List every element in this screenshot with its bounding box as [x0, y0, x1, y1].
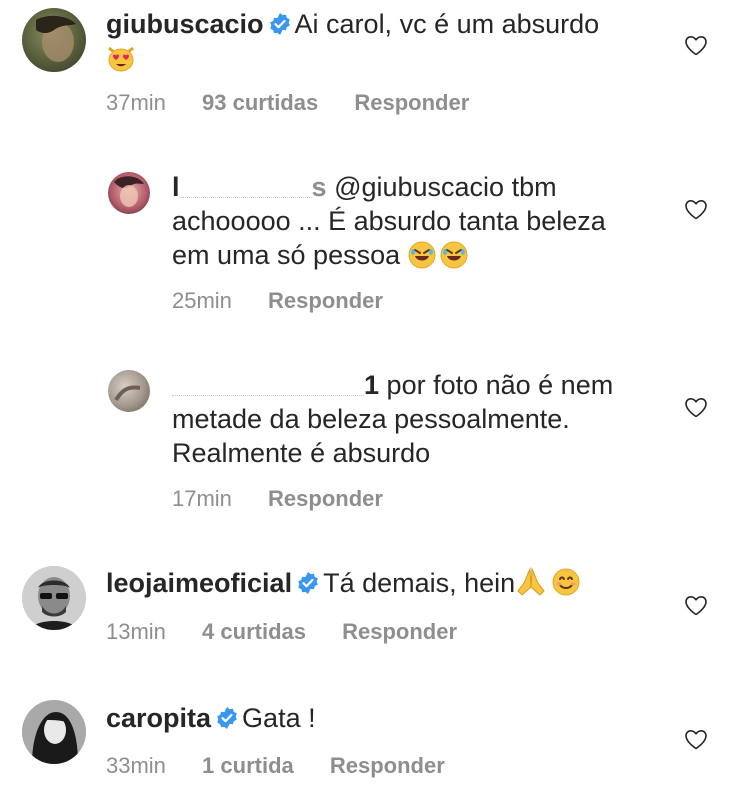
reply-button[interactable]: Responder — [330, 753, 445, 778]
avatar-photo — [36, 15, 76, 62]
comment-message-line2: metade da beleza pessoalmente. — [172, 404, 570, 434]
username-start[interactable]: l — [172, 172, 180, 202]
likes-count[interactable]: 1 curtida — [202, 753, 294, 778]
reply-button[interactable]: Responder — [268, 288, 383, 313]
avatar[interactable] — [22, 8, 86, 72]
comment-message: Tá demais, hein — [323, 568, 516, 598]
username-end[interactable]: 1 — [364, 370, 379, 400]
redacted-username — [179, 173, 312, 199]
comment-time: 13min — [106, 619, 166, 644]
avatar-photo — [22, 700, 86, 764]
reply-button[interactable]: Responder — [342, 619, 457, 644]
comment-message-line3: Realmente é absurdo — [172, 438, 431, 468]
comment-text: caropita Gata ! — [106, 701, 696, 735]
username[interactable]: leojaimeoficial — [106, 568, 292, 598]
username-end[interactable]: s — [312, 172, 327, 202]
smiling-face-emoji — [551, 567, 581, 605]
heart-outline-icon[interactable] — [684, 396, 708, 418]
comment-time: 17min — [172, 486, 232, 511]
folded-hands-emoji — [515, 567, 547, 605]
comment-meta: 13min 4 curtidas Responder — [106, 619, 487, 645]
redacted-username — [172, 371, 364, 397]
comment-text: 1 por foto não é nem metade da beleza pe… — [172, 368, 692, 470]
comment-message: Ai carol, vc é um absurdo — [294, 9, 600, 39]
heart-outline-icon[interactable] — [684, 198, 708, 220]
avatar-photo — [22, 566, 86, 630]
avatar-photo — [114, 176, 144, 207]
mention[interactable]: @giubuscacio — [334, 172, 504, 202]
comment-text: l s @giubuscacio tbm achooooo ... É absur… — [172, 170, 692, 277]
heart-outline-icon[interactable] — [684, 728, 708, 750]
comment-text: giubuscacio Ai carol, vc é um absurdo — [106, 7, 696, 80]
verified-badge-icon — [297, 572, 319, 594]
comment-meta: 33min 1 curtida Responder — [106, 753, 475, 779]
avatar[interactable] — [108, 172, 150, 214]
reply-button[interactable]: Responder — [354, 90, 469, 115]
heart-outline-icon[interactable] — [684, 594, 708, 616]
username[interactable]: caropita — [106, 703, 211, 733]
reply-button[interactable]: Responder — [268, 486, 383, 511]
comment-meta: 37min 93 curtidas Responder — [106, 90, 499, 116]
comment-message-line2: achooooo ... É absurdo tanta beleza — [172, 206, 606, 236]
avatar[interactable] — [22, 700, 86, 764]
rolling-on-floor-laughing-emoji — [439, 241, 468, 277]
comment-message-line1: tbm — [511, 172, 557, 202]
comment-time: 33min — [106, 753, 166, 778]
verified-badge-icon — [268, 13, 291, 35]
avatar[interactable] — [22, 566, 86, 630]
comment-message-line1: por foto não é nem — [386, 370, 614, 400]
heart-eyes-cat-emoji — [106, 44, 136, 80]
comment-message: Gata ! — [242, 703, 316, 733]
username[interactable]: giubuscacio — [106, 9, 264, 39]
comment-time: 37min — [106, 90, 166, 115]
comment-message-line3: em uma só pessoa — [172, 240, 401, 270]
rolling-on-floor-laughing-emoji — [407, 241, 436, 277]
verified-badge-icon — [216, 707, 238, 729]
comment-time: 25min — [172, 288, 232, 313]
heart-outline-icon[interactable] — [684, 34, 708, 56]
likes-count[interactable]: 4 curtidas — [202, 619, 306, 644]
comment-text: leojaimeoficial Tá demais, hein — [106, 566, 696, 605]
comment-meta: 17min Responder — [172, 486, 413, 512]
avatar[interactable] — [108, 370, 150, 412]
avatar-photo — [114, 385, 141, 402]
likes-count[interactable]: 93 curtidas — [202, 90, 318, 115]
comment-meta: 25min Responder — [172, 288, 413, 314]
